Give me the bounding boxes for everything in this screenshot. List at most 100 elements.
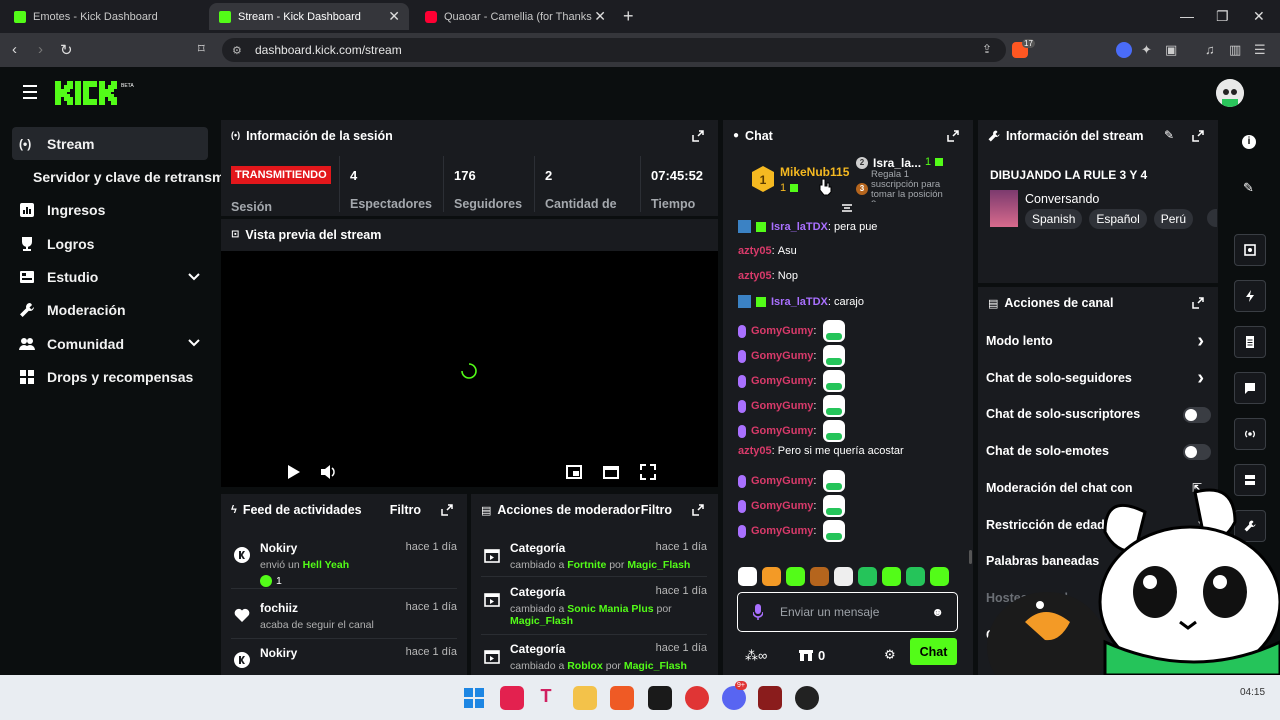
- tab-emotes[interactable]: Emotes - Kick Dashboard: [4, 3, 204, 30]
- info-icon[interactable]: i: [1242, 135, 1256, 149]
- brave-shield-icon[interactable]: 17: [1012, 39, 1035, 58]
- url-field[interactable]: ⚙ dashboard.kick.com/stream: [222, 38, 1006, 62]
- chat-input[interactable]: Enviar un mensaje ☻: [737, 592, 958, 632]
- quick-emote-button[interactable]: [762, 567, 781, 586]
- sidebar-toggle-icon[interactable]: ▥: [1229, 42, 1245, 58]
- channel-action-item[interactable]: Modo lento ›: [986, 330, 1212, 354]
- second-gifter-name[interactable]: Isra_la...: [873, 156, 921, 170]
- quick-emote-button[interactable]: [906, 567, 925, 586]
- send-chat-button[interactable]: Chat: [910, 638, 957, 665]
- tiktok-app-icon[interactable]: [500, 686, 524, 710]
- extensions-puzzle-icon[interactable]: ✦: [1141, 42, 1157, 58]
- chat-username[interactable]: GomyGumy: [751, 325, 813, 337]
- app-icon[interactable]: [758, 686, 782, 710]
- stream-preview-player[interactable]: [221, 251, 718, 487]
- windows-start-icon[interactable]: [462, 686, 486, 710]
- quick-emote-button[interactable]: [858, 567, 877, 586]
- edit-icon[interactable]: ✎: [1243, 180, 1254, 196]
- chat-username[interactable]: azty05: [738, 445, 772, 457]
- quick-emote-button[interactable]: [834, 567, 853, 586]
- minimize-button[interactable]: —: [1180, 8, 1194, 24]
- close-window-button[interactable]: ✕: [1253, 8, 1265, 25]
- quick-emote-button[interactable]: [882, 567, 901, 586]
- popout-icon[interactable]: [692, 504, 704, 516]
- music-icon[interactable]: ♫: [1205, 42, 1221, 58]
- sidebar-item-server-key[interactable]: Servidor y clave de retransm: [12, 160, 224, 193]
- pip-icon[interactable]: [566, 464, 582, 480]
- site-info-icon[interactable]: ⚙: [232, 44, 242, 57]
- theater-mode-icon[interactable]: [603, 464, 619, 480]
- sidebar-item-moderation[interactable]: Moderación: [12, 294, 208, 327]
- popout-icon[interactable]: [692, 130, 704, 142]
- modactions-filter-button[interactable]: Filtro: [641, 503, 672, 517]
- channel-action-item[interactable]: Chat de solo-emotes: [986, 444, 1212, 464]
- maximize-button[interactable]: ❐: [1216, 8, 1229, 25]
- popout-icon[interactable]: [947, 130, 959, 142]
- chat-username[interactable]: GomyGumy: [751, 350, 813, 362]
- sidebar-item-community[interactable]: Comunidad: [12, 327, 208, 360]
- feed-filter-button[interactable]: Filtro: [390, 503, 421, 517]
- fullscreen-icon[interactable]: [640, 464, 656, 480]
- chat-username[interactable]: azty05: [738, 245, 772, 257]
- sidebar-item-income[interactable]: Ingresos: [12, 194, 208, 227]
- channel-action-item[interactable]: Chat de solo-seguidores ›: [986, 367, 1212, 391]
- bookmark-icon[interactable]: ⌑: [198, 41, 205, 57]
- close-tab-icon[interactable]: ✕: [594, 8, 606, 25]
- volume-icon[interactable]: [320, 464, 336, 480]
- new-tab-button[interactable]: +: [623, 6, 634, 27]
- media-icon[interactable]: ▣: [1165, 42, 1181, 58]
- file-explorer-icon[interactable]: [573, 686, 597, 710]
- toggle-switch[interactable]: [1183, 407, 1211, 424]
- text-app-icon[interactable]: T: [534, 686, 558, 710]
- chat-username[interactable]: GomyGumy: [751, 475, 813, 487]
- voicemeeter-app-icon[interactable]: [648, 686, 672, 710]
- top-gifter-name[interactable]: MikeNub115: [780, 165, 849, 179]
- rail-chat-button[interactable]: [1234, 372, 1266, 404]
- extension-icon[interactable]: [1116, 42, 1132, 58]
- chat-username[interactable]: Isra_laTDX: [771, 221, 828, 233]
- chat-settings-icon[interactable]: ⚙: [884, 647, 896, 663]
- tab-youtube[interactable]: Quaoar - Camellia (for Thanks Tw ✕: [415, 3, 615, 30]
- close-tab-icon[interactable]: ✕: [388, 8, 400, 25]
- emoji-picker-icon[interactable]: ☻: [931, 605, 944, 619]
- chat-username[interactable]: GomyGumy: [751, 400, 813, 412]
- share-icon[interactable]: ⇪: [982, 42, 998, 58]
- record-app-icon[interactable]: [685, 686, 709, 710]
- chat-username[interactable]: GomyGumy: [751, 500, 813, 512]
- hamburger-menu-icon[interactable]: [23, 85, 37, 103]
- quick-emote-button[interactable]: [930, 567, 949, 586]
- chat-username[interactable]: GomyGumy: [751, 425, 813, 437]
- rail-activity-button[interactable]: [1234, 280, 1266, 312]
- edit-icon[interactable]: ✎: [1164, 128, 1174, 142]
- brave-app-icon[interactable]: [610, 686, 634, 710]
- sidebar-item-stream[interactable]: (•) Stream: [12, 127, 208, 160]
- sidebar-item-achievements[interactable]: Logros: [12, 227, 208, 260]
- tab-stream[interactable]: Stream - Kick Dashboard ✕: [209, 3, 409, 30]
- toggle-switch[interactable]: [1183, 444, 1211, 461]
- sidebar-item-drops[interactable]: Drops y recompensas: [12, 361, 208, 394]
- back-icon[interactable]: ‹: [12, 41, 17, 58]
- crew-icon[interactable]: ⁂∞: [745, 648, 767, 664]
- sidebar-item-studio[interactable]: Estudio: [12, 261, 208, 294]
- forward-icon[interactable]: ›: [38, 41, 43, 58]
- reload-icon[interactable]: ↻: [60, 41, 73, 59]
- chat-username[interactable]: GomyGumy: [751, 525, 813, 537]
- quick-emote-button[interactable]: [786, 567, 805, 586]
- menu-icon[interactable]: ☰: [1254, 42, 1270, 58]
- channel-action-item[interactable]: Chat de solo-suscriptores: [986, 407, 1212, 427]
- discord-app-icon[interactable]: 9+: [722, 681, 747, 710]
- obs-app-icon[interactable]: [795, 686, 819, 710]
- quick-emote-button[interactable]: [738, 567, 757, 586]
- collapse-icon[interactable]: [841, 204, 853, 214]
- chat-username[interactable]: GomyGumy: [751, 375, 813, 387]
- play-icon[interactable]: [285, 464, 301, 480]
- chat-username[interactable]: Isra_laTDX: [771, 296, 828, 308]
- user-avatar[interactable]: [1216, 79, 1244, 107]
- kick-logo[interactable]: BETA: [55, 81, 135, 105]
- popout-icon[interactable]: [1192, 130, 1204, 142]
- rail-preview-button[interactable]: [1234, 234, 1266, 266]
- chat-scrollbar[interactable]: [969, 550, 972, 564]
- popout-icon[interactable]: [441, 504, 453, 516]
- popout-icon[interactable]: [1192, 297, 1204, 309]
- rail-modlog-button[interactable]: [1234, 326, 1266, 358]
